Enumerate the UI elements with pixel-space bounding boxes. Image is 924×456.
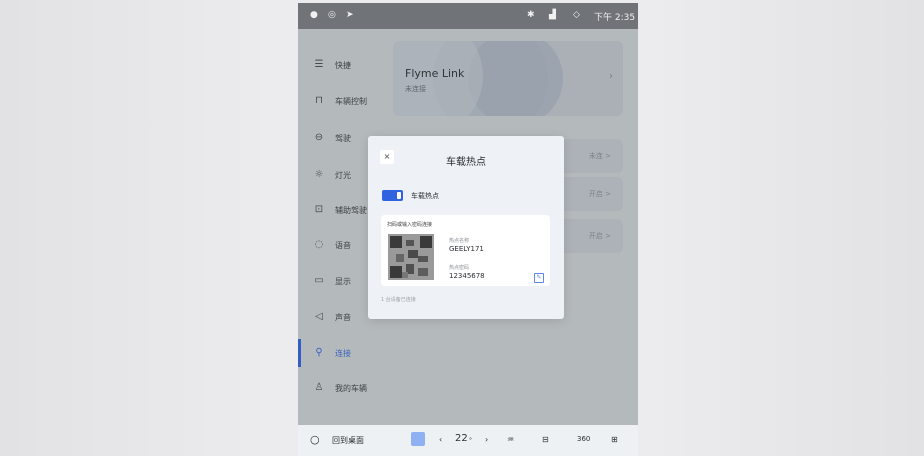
apps-grid-icon[interactable]: ⊞ (611, 435, 618, 444)
status-bar: ● ◎ ➤ ✱ ▟ ◇ 下午 2:35 (298, 3, 638, 29)
hotspot-password-label: 热点密码 (449, 265, 470, 271)
location-arrow-icon: ➤ (346, 10, 354, 20)
hotspot-toggle[interactable] (382, 190, 403, 201)
edit-icon[interactable]: ✎ (534, 273, 544, 283)
top-caption (0, 0, 300, 10)
signal-icon: ▟ (549, 10, 556, 20)
status-time: 下午 2:35 (594, 13, 636, 23)
dialog-title: 车载热点 (446, 157, 486, 168)
home-desktop-label[interactable]: 回到桌面 (332, 435, 364, 446)
seat-heat-icon[interactable] (411, 432, 425, 446)
scan-hint: 扫码或输入密码连接 (387, 222, 433, 228)
car-screen: ● ◎ ➤ ✱ ▟ ◇ 下午 2:35 ☰ 快捷 ⊓ 车辆控制 ⊖ 驾驶 ☼ 灯… (298, 3, 638, 456)
car-icon[interactable]: ⊟ (542, 435, 549, 444)
circle-home-icon[interactable]: ○ (310, 433, 320, 446)
bottom-dock: ○ 回到桌面 ‹ 22 ° › ♒ ⊟ 360 ⊞ (298, 425, 638, 456)
qr-code-image (388, 234, 434, 280)
hotspot-name-value: GEELY171 (449, 245, 484, 253)
connected-devices-text: 1 台设备已连接 (381, 297, 416, 303)
hotspot-name-label: 热点名称 (449, 238, 470, 244)
hotspot-info-card: 扫码或输入密码连接 热点名称 GEELY171 热点密码 12345678 ✎ (381, 215, 550, 286)
person-icon: ● (310, 10, 318, 20)
toggle-knob (397, 192, 401, 199)
hotspot-dialog: × 车载热点 车载热点 扫码或输入密码连接 热点名称 GEELY171 热点密码… (368, 136, 564, 319)
hotspot-toggle-label: 车载热点 (411, 192, 439, 200)
defrost-icon[interactable]: ♒ (507, 435, 514, 444)
bluetooth-icon: ✱ (527, 10, 535, 20)
temperature-value: 22 (455, 433, 468, 444)
temp-down-button[interactable]: ‹ (439, 435, 442, 444)
wifi-icon: ◇ (573, 10, 580, 20)
temp-up-button[interactable]: › (485, 435, 488, 444)
temperature-unit: ° (469, 437, 472, 444)
hotspot-password-value: 12345678 (449, 272, 485, 280)
camera-360-button[interactable]: 360 (577, 435, 590, 443)
target-icon: ◎ (328, 10, 336, 20)
